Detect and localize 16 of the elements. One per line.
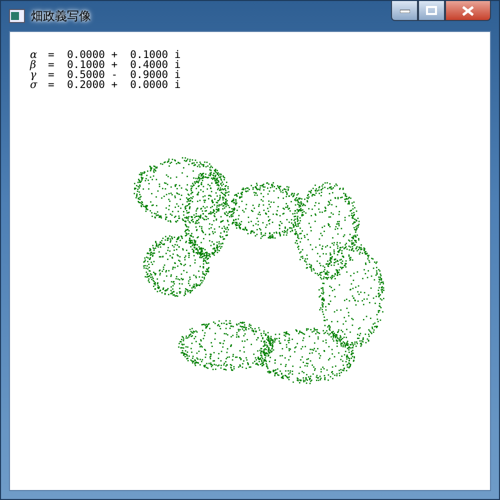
- maximize-icon: [426, 6, 437, 15]
- parameter-symbol: α: [30, 50, 38, 60]
- app-icon: [9, 9, 25, 23]
- maximize-button[interactable]: [418, 1, 445, 21]
- minimize-button[interactable]: [391, 1, 418, 21]
- parameter-value: = 0.0000 + 0.1000 i: [48, 50, 181, 60]
- parameter-value: = 0.2000 + 0.0000 i: [48, 80, 181, 90]
- window-title: 畑政義写像: [31, 8, 91, 24]
- close-icon: [462, 6, 474, 16]
- close-button[interactable]: [445, 1, 491, 21]
- parameter-symbol: β: [30, 60, 38, 70]
- parameter-value: = 0.1000 + 0.4000 i: [48, 60, 181, 70]
- parameter-value: = 0.5000 - 0.9000 i: [48, 70, 181, 80]
- parameter-symbol: σ: [30, 80, 38, 90]
- parameter-symbol: γ: [30, 70, 38, 80]
- minimize-icon: [400, 8, 410, 12]
